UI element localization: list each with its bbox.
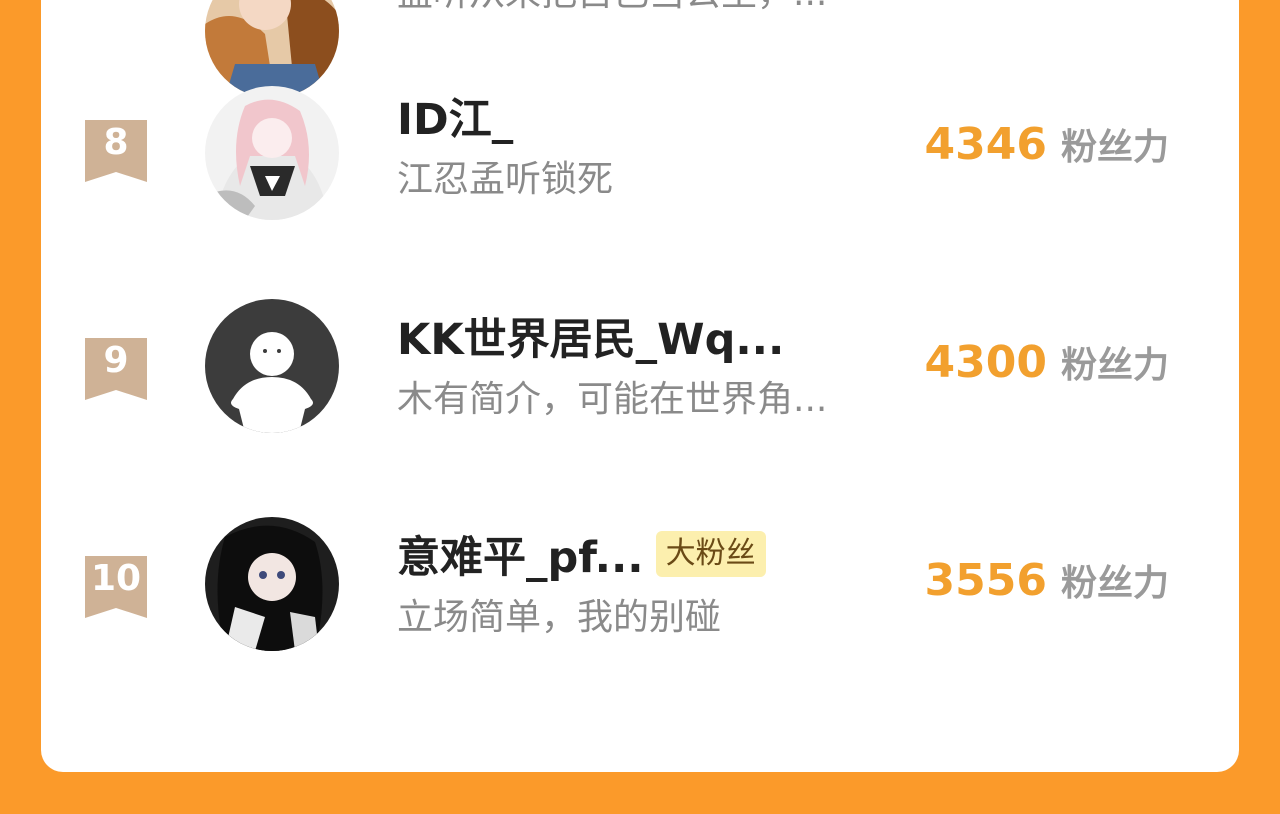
rank-badge: 10 <box>85 556 147 618</box>
list-item[interactable]: 9 KK世界居民_Wq... 木有简介，可能在世界角... 4300 粉丝力 <box>41 299 1239 498</box>
score-unit: 粉丝力 <box>1060 127 1169 168</box>
rank-number: 9 <box>103 340 129 381</box>
user-name[interactable]: 意难平_pf... <box>397 523 644 585</box>
default-user-avatar-icon <box>205 299 339 433</box>
fan-power-score: 3556 粉丝力 <box>925 554 1169 610</box>
user-name-line: KK世界居民_Wq... <box>397 305 784 367</box>
score-value: 3556 <box>924 555 1047 606</box>
user-name[interactable]: ID江_ <box>397 85 513 147</box>
rank-badge: 9 <box>85 338 147 400</box>
user-description: 立场简单，我的别碰 <box>397 597 722 638</box>
avatar[interactable] <box>205 299 339 433</box>
fan-ranking-card: 孟听从来把自己当公主，... 8 ID江_ 江忍孟听锁死 4346 <box>41 0 1239 772</box>
list-item[interactable]: 10 意难平_pf... 大粉丝 立场简单，我的别碰 3556 粉丝力 <box>41 517 1239 716</box>
user-name[interactable]: KK世界居民_Wq... <box>397 305 784 367</box>
user-name-line: ID江_ <box>397 85 513 147</box>
list-item[interactable]: 孟听从来把自己当公主，... <box>41 0 1239 98</box>
avatar[interactable] <box>205 86 339 220</box>
big-fan-badge: 大粉丝 <box>655 531 766 577</box>
user-description: 江忍孟听锁死 <box>397 159 614 200</box>
score-value: 4346 <box>924 119 1047 170</box>
user-description: 孟听从来把自己当公主，... <box>397 0 827 16</box>
avatar[interactable] <box>205 517 339 651</box>
fan-power-score: 4346 粉丝力 <box>925 118 1169 174</box>
user-description: 木有简介，可能在世界角... <box>397 379 828 420</box>
score-unit: 粉丝力 <box>1060 563 1169 604</box>
rank-badge: 8 <box>85 120 147 182</box>
score-unit: 粉丝力 <box>1060 345 1169 386</box>
rank-number: 10 <box>90 558 142 599</box>
user-name-line: 意难平_pf... 大粉丝 <box>397 523 766 585</box>
score-value: 4300 <box>924 337 1047 388</box>
rank-number: 8 <box>103 122 129 163</box>
list-item[interactable]: 8 ID江_ 江忍孟听锁死 4346 粉丝力 <box>41 86 1239 280</box>
avatar[interactable] <box>205 0 339 98</box>
fan-power-score: 4300 粉丝力 <box>925 336 1169 392</box>
